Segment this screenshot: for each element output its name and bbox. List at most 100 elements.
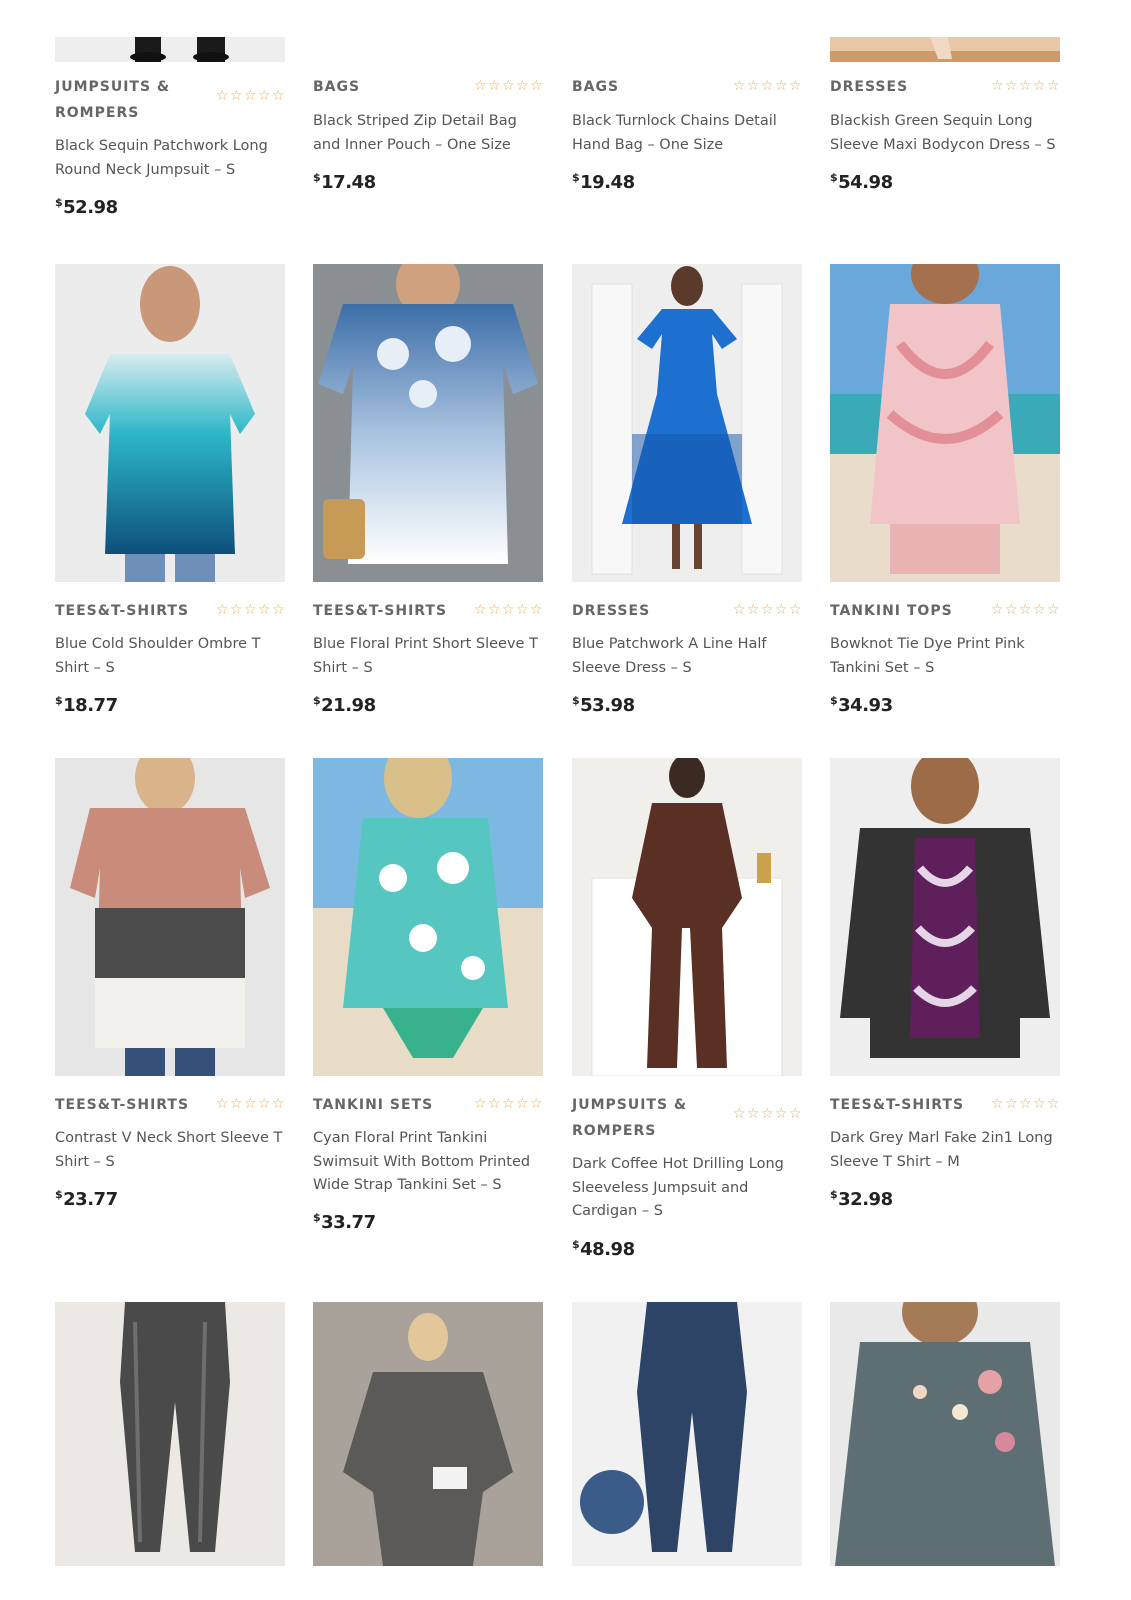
product-title[interactable]: Blue Patchwork A Line Half Sleeve Dress …	[572, 633, 802, 680]
rating-stars: ☆ ☆ ☆ ☆ ☆	[216, 1096, 285, 1112]
product-price: $18.77	[55, 694, 118, 716]
star-outline-icon: ☆	[488, 602, 501, 618]
product-title[interactable]: Blue Cold Shoulder Ombre T Shirt – S	[55, 633, 285, 680]
product-title[interactable]: Black Striped Zip Detail Bag and Inner P…	[313, 110, 543, 157]
star-outline-icon: ☆	[775, 602, 788, 618]
product-category[interactable]: JUMPSUITS & ROMPERS	[572, 1092, 722, 1144]
product-title[interactable]: Blue Floral Print Short Sleeve T Shirt –…	[313, 633, 543, 680]
product-image-blue-dress[interactable]	[572, 264, 802, 582]
product-price: $17.48	[313, 171, 376, 193]
star-outline-icon: ☆	[733, 1106, 746, 1122]
product-image-floral-longsleeve[interactable]	[830, 1302, 1060, 1566]
product-image-grey-outfit[interactable]	[313, 1302, 543, 1566]
star-outline-icon: ☆	[991, 78, 1004, 94]
star-outline-icon: ☆	[502, 602, 515, 618]
product-category-row: TEES&T-SHIRTS ☆ ☆ ☆ ☆ ☆	[830, 1092, 1060, 1118]
product-image-contrast-tshirt[interactable]	[55, 758, 285, 1076]
product-category[interactable]: TANKINI SETS	[313, 1092, 433, 1118]
star-outline-icon: ☆	[991, 1096, 1004, 1112]
product-category[interactable]: BAGS	[572, 74, 619, 100]
rating-stars: ☆ ☆ ☆ ☆ ☆	[474, 602, 543, 618]
star-outline-icon: ☆	[488, 78, 501, 94]
product-image-coffee-jumpsuit[interactable]	[572, 758, 802, 1076]
star-outline-icon: ☆	[789, 1106, 802, 1122]
star-outline-icon: ☆	[258, 1096, 271, 1112]
star-outline-icon: ☆	[1005, 1096, 1018, 1112]
product-image-grey-marl-tshirt[interactable]	[830, 758, 1060, 1076]
star-outline-icon: ☆	[775, 78, 788, 94]
star-outline-icon: ☆	[1005, 602, 1018, 618]
star-outline-icon: ☆	[1019, 1096, 1032, 1112]
product-category[interactable]: TANKINI TOPS	[830, 598, 953, 624]
product-title[interactable]: Cyan Floral Print Tankini Swimsuit With …	[313, 1127, 543, 1198]
star-outline-icon: ☆	[1019, 602, 1032, 618]
product-category[interactable]: TEES&T-SHIRTS	[55, 598, 189, 624]
product-title[interactable]: Bowknot Tie Dye Print Pink Tankini Set –…	[830, 633, 1060, 680]
product-category[interactable]: BAGS	[313, 74, 360, 100]
star-outline-icon: ☆	[789, 602, 802, 618]
product-image-pink-tankini[interactable]	[830, 264, 1060, 582]
product-category-row: DRESSES ☆ ☆ ☆ ☆ ☆	[572, 598, 802, 624]
rating-stars: ☆ ☆ ☆ ☆ ☆	[991, 78, 1060, 94]
star-outline-icon: ☆	[761, 1106, 774, 1122]
star-outline-icon: ☆	[230, 1096, 243, 1112]
product-image-grey-leggings[interactable]	[55, 1302, 285, 1566]
product-category[interactable]: DRESSES	[830, 74, 908, 100]
product-image-floral-tshirt[interactable]	[313, 264, 543, 582]
product-image-cyan-tankini[interactable]	[313, 758, 543, 1076]
star-outline-icon: ☆	[747, 78, 760, 94]
star-outline-icon: ☆	[733, 602, 746, 618]
product-title[interactable]: Blackish Green Sequin Long Sleeve Maxi B…	[830, 110, 1060, 157]
star-outline-icon: ☆	[789, 78, 802, 94]
star-outline-icon: ☆	[216, 88, 229, 104]
star-outline-icon: ☆	[230, 602, 243, 618]
product-image-denim-leggings[interactable]	[572, 1302, 802, 1566]
star-outline-icon: ☆	[230, 88, 243, 104]
star-outline-icon: ☆	[272, 88, 285, 104]
star-outline-icon: ☆	[474, 602, 487, 618]
product-image-black-jumpsuit[interactable]	[55, 37, 285, 62]
product-price: $34.93	[830, 694, 893, 716]
product-title[interactable]: Black Turnlock Chains Detail Hand Bag – …	[572, 110, 802, 157]
product-title[interactable]: Contrast V Neck Short Sleeve T Shirt – S	[55, 1127, 285, 1174]
product-title[interactable]: Black Sequin Patchwork Long Round Neck J…	[55, 135, 285, 182]
product-image-ombre-tshirt[interactable]	[55, 264, 285, 582]
product-category[interactable]: JUMPSUITS & ROMPERS	[55, 74, 205, 126]
product-category[interactable]: TEES&T-SHIRTS	[830, 1092, 964, 1118]
star-outline-icon: ☆	[1033, 602, 1046, 618]
star-outline-icon: ☆	[530, 602, 543, 618]
product-category[interactable]: TEES&T-SHIRTS	[313, 598, 447, 624]
star-outline-icon: ☆	[747, 602, 760, 618]
star-outline-icon: ☆	[244, 602, 257, 618]
product-category-row: TEES&T-SHIRTS ☆ ☆ ☆ ☆ ☆	[313, 598, 543, 624]
star-outline-icon: ☆	[258, 88, 271, 104]
product-price: $48.98	[572, 1238, 635, 1260]
star-outline-icon: ☆	[1047, 78, 1060, 94]
product-title[interactable]: Dark Coffee Hot Drilling Long Sleeveless…	[572, 1153, 802, 1224]
star-outline-icon: ☆	[244, 88, 257, 104]
product-category[interactable]: TEES&T-SHIRTS	[55, 1092, 189, 1118]
star-outline-icon: ☆	[1033, 78, 1046, 94]
star-outline-icon: ☆	[502, 78, 515, 94]
star-outline-icon: ☆	[272, 1096, 285, 1112]
product-price: $33.77	[313, 1211, 376, 1233]
product-title[interactable]: Dark Grey Marl Fake 2in1 Long Sleeve T S…	[830, 1127, 1060, 1174]
product-price: $19.48	[572, 171, 635, 193]
star-outline-icon: ☆	[488, 1096, 501, 1112]
product-image-sequin-dress[interactable]	[830, 37, 1060, 62]
star-outline-icon: ☆	[747, 1106, 760, 1122]
rating-stars: ☆ ☆ ☆ ☆ ☆	[474, 78, 543, 94]
rating-stars: ☆ ☆ ☆ ☆ ☆	[216, 602, 285, 618]
star-outline-icon: ☆	[258, 602, 271, 618]
star-outline-icon: ☆	[1047, 1096, 1060, 1112]
product-category[interactable]: DRESSES	[572, 598, 650, 624]
star-outline-icon: ☆	[216, 1096, 229, 1112]
product-category-row: TEES&T-SHIRTS ☆ ☆ ☆ ☆ ☆	[55, 1092, 285, 1118]
star-outline-icon: ☆	[733, 78, 746, 94]
rating-stars: ☆ ☆ ☆ ☆ ☆	[733, 1106, 802, 1122]
star-outline-icon: ☆	[530, 1096, 543, 1112]
star-outline-icon: ☆	[502, 1096, 515, 1112]
star-outline-icon: ☆	[761, 602, 774, 618]
product-category-row: DRESSES ☆ ☆ ☆ ☆ ☆	[830, 74, 1060, 100]
star-outline-icon: ☆	[516, 1096, 529, 1112]
